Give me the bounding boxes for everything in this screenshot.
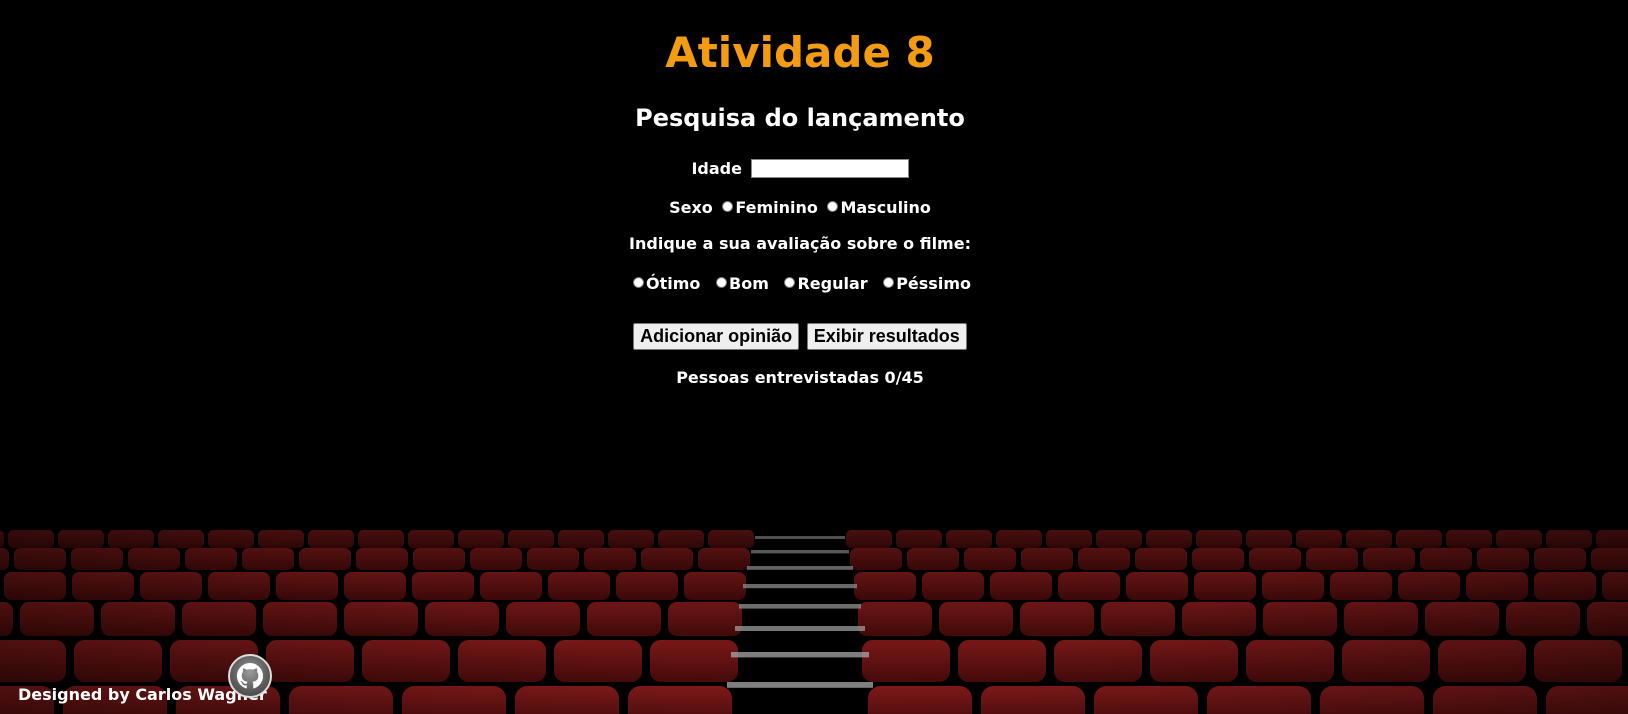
idade-label: Idade xyxy=(691,159,742,178)
avaliacao-bom-label: Bom xyxy=(729,274,769,293)
sexo-feminino-radio[interactable] xyxy=(722,201,734,212)
avaliacao-pessimo-radio[interactable] xyxy=(883,277,895,288)
avaliacao-otimo-label: Ótimo xyxy=(646,274,701,293)
avaliacao-prompt: Indique a sua avaliação sobre o filme: xyxy=(629,234,971,253)
show-results-button[interactable]: Exibir resultados xyxy=(806,323,967,350)
page-subtitle: Pesquisa do lançamento xyxy=(635,104,965,132)
sexo-masculino-label: Masculino xyxy=(840,198,931,217)
avaliacao-otimo-radio[interactable] xyxy=(633,277,645,288)
avaliacao-pessimo-label: Péssimo xyxy=(896,274,971,293)
avaliacao-regular-label: Regular xyxy=(797,274,868,293)
sexo-label: Sexo xyxy=(669,198,713,217)
idade-input[interactable] xyxy=(750,159,909,178)
sexo-feminino-label: Feminino xyxy=(735,198,818,217)
avaliacao-regular-radio[interactable] xyxy=(784,277,796,288)
button-row: Adicionar opinião Exibir resultados xyxy=(0,323,1600,350)
github-icon[interactable] xyxy=(228,654,272,698)
avaliacao-row: Ótimo Bom Regular Péssimo xyxy=(0,273,1600,293)
sexo-masculino-radio[interactable] xyxy=(827,201,839,212)
github-logo-glyph xyxy=(237,663,263,689)
avaliacao-bom-radio[interactable] xyxy=(716,277,727,288)
add-opinion-button[interactable]: Adicionar opinião xyxy=(633,323,800,350)
page: Atividade 8 Pesquisa do lançamento Idade… xyxy=(0,0,1628,714)
page-title: Atividade 8 xyxy=(665,28,935,77)
footer-credit: Designed by Carlos Wagner xyxy=(18,685,267,704)
interview-count: Pessoas entrevistadas 0/45 xyxy=(676,368,924,387)
idade-row: Idade xyxy=(0,158,1600,178)
sexo-row: Sexo Feminino Masculino xyxy=(0,197,1600,217)
